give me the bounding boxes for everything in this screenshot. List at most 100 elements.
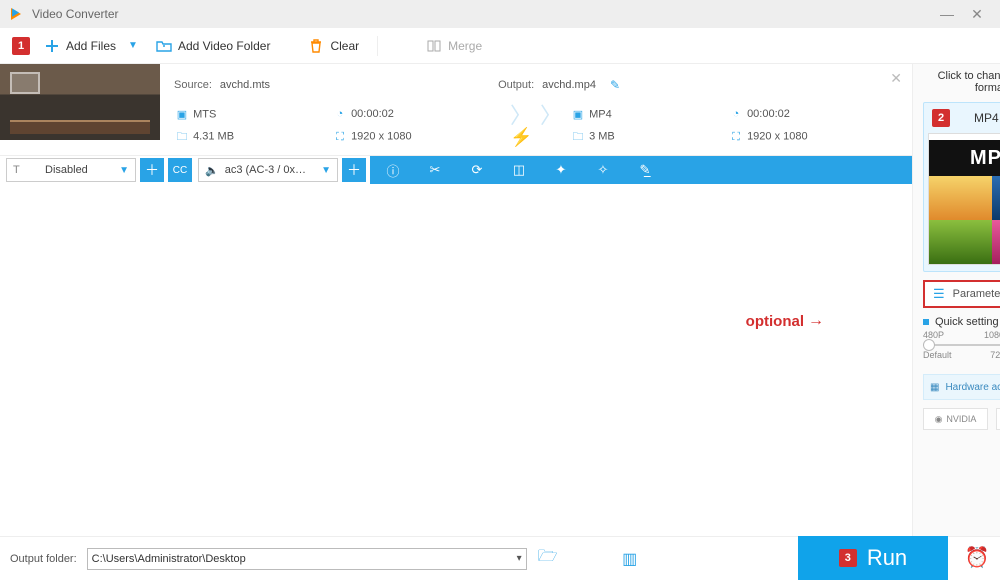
plus-icon	[44, 38, 60, 54]
hardware-acceleration-button[interactable]: ▦ Hardware acceleration	[923, 374, 1000, 400]
subtitle-value: Disabled	[45, 164, 88, 176]
add-audio-button[interactable]: ＋	[342, 158, 366, 182]
speaker-icon: 🔈	[205, 164, 219, 177]
hw-label: Hardware acceleration	[945, 382, 1000, 393]
format-label: MP4	[974, 111, 999, 125]
merge-button[interactable]: Merge	[422, 34, 486, 58]
slider-thumb[interactable]	[923, 339, 935, 351]
src-size: 4.31 MB	[193, 131, 234, 143]
remove-file-button[interactable]: ✕	[890, 70, 902, 87]
nvidia-chip[interactable]: ◉NVIDIA	[923, 408, 988, 430]
out-format: MP4	[589, 109, 612, 121]
audio-track-value: ac3 (AC-3 / 0x332D…	[225, 164, 309, 176]
clear-button[interactable]: Clear	[304, 34, 363, 58]
add-files-label: Add Files	[66, 39, 116, 53]
src-format: MTS	[193, 109, 216, 121]
subtitle-settings-button[interactable]: CC	[168, 158, 192, 182]
parameter-settings-button[interactable]: ☰ Parameter settings	[923, 280, 1000, 308]
format-icon: ▣	[570, 106, 586, 122]
callout-badge-3: 3	[839, 549, 857, 567]
watermark-tool-button[interactable]: ✧	[594, 162, 612, 178]
folder-icon: 🗀	[570, 129, 586, 145]
out-size: 3 MB	[589, 131, 615, 143]
rotate-tool-button[interactable]: ⟳	[468, 162, 486, 178]
dimensions-icon: ⛶	[332, 129, 348, 145]
dimensions-icon: ⛶	[728, 129, 744, 145]
clear-label: Clear	[330, 39, 359, 53]
save-edit-button[interactable]: ✎̲	[636, 162, 654, 178]
bottom-bar: Output folder: C:\Users\Administrator\De…	[0, 536, 1000, 580]
callout-badge-2: 2	[932, 109, 950, 127]
video-thumbnail[interactable]	[0, 64, 160, 140]
run-button[interactable]: 3 Run	[798, 536, 948, 580]
audio-track-select[interactable]: 🔈 ac3 (AC-3 / 0x332D… ▼	[198, 158, 338, 182]
info-tool-button[interactable]: ⓘ	[384, 161, 402, 180]
intel-chip[interactable]: ◎Intel	[996, 408, 1000, 430]
right-panel: Click to change output format: 2 MP4 ▼ M…	[912, 64, 1000, 536]
dot-icon	[923, 319, 929, 325]
optional-label: optional	[746, 313, 804, 330]
merge-icon	[426, 38, 442, 54]
folder-plus-icon	[156, 38, 172, 54]
chevron-down-icon: ▼	[321, 165, 331, 176]
file-edit-bar: T Disabled ▼ ＋ CC 🔈 ac3 (AC-3 / 0x332D… …	[0, 156, 912, 184]
format-icon: ▣	[174, 106, 190, 122]
file-row[interactable]: ✕ Source: avchd.mts Output: avchd.mp4 ✎ …	[0, 64, 912, 156]
callout-badge-1: 1	[12, 37, 30, 55]
chevron-down-icon: ▼	[119, 165, 129, 176]
schedule-button[interactable]: ⏰	[962, 542, 992, 572]
file-info-panel: ✕ Source: avchd.mts Output: avchd.mp4 ✎ …	[160, 64, 912, 155]
trash-icon	[308, 38, 324, 54]
output-label: Output:	[498, 79, 534, 91]
output-folder-label: Output folder:	[10, 553, 77, 565]
slider-mark: 1080P	[984, 330, 1000, 340]
subtitle-select[interactable]: T Disabled ▼	[6, 158, 136, 182]
sliders-icon: ☰	[933, 286, 945, 302]
quick-setting-label: Quick setting	[935, 316, 999, 328]
nvidia-icon: ◉	[935, 414, 943, 425]
window-title: Video Converter	[32, 7, 932, 21]
trim-tool-button[interactable]: ✂	[426, 162, 444, 178]
effects-tool-button[interactable]: ✦	[552, 162, 570, 178]
output-folder-input[interactable]: C:\Users\Administrator\Desktop ▾	[87, 548, 527, 570]
quality-slider[interactable]: 480P 1080P 4K Default 720P 2K	[923, 330, 1000, 366]
arrow-right-icon: →	[808, 312, 824, 330]
toolbar-separator	[377, 36, 378, 56]
hw-vendors: ◉NVIDIA ◎Intel	[923, 408, 1000, 430]
slider-mark: Default	[923, 350, 952, 360]
add-subtitle-button[interactable]: ＋	[140, 158, 164, 182]
title-bar: Video Converter — ✕	[0, 0, 1000, 28]
output-folder-path: C:\Users\Administrator\Desktop	[92, 553, 246, 565]
clock-icon: ◔	[332, 106, 348, 122]
chip-icon: ▦	[930, 382, 939, 393]
browse-output-button[interactable]: ▥	[619, 549, 641, 569]
crop-tool-button[interactable]: ◫	[510, 162, 528, 178]
merge-label: Merge	[448, 39, 482, 53]
format-badge: MP4	[929, 140, 1000, 176]
run-label: Run	[867, 545, 907, 571]
app-logo-icon	[8, 6, 24, 22]
src-dimensions: 1920 x 1080	[351, 131, 412, 143]
close-button[interactable]: ✕	[962, 6, 992, 23]
output-filename: avchd.mp4	[542, 79, 596, 91]
open-folder-button[interactable]: 🗁	[537, 545, 559, 572]
folder-icon: 🗀	[174, 129, 190, 145]
format-thumbnail: MP4	[928, 133, 1000, 265]
minimize-button[interactable]: —	[932, 6, 962, 22]
output-format-card[interactable]: 2 MP4 ▼ MP4	[923, 102, 1000, 272]
main-area: ✕ Source: avchd.mts Output: avchd.mp4 ✎ …	[0, 64, 1000, 536]
add-video-folder-button[interactable]: Add Video Folder	[152, 34, 275, 58]
optional-callout: optional →	[746, 312, 824, 330]
chevron-down-icon[interactable]: ▾	[517, 553, 522, 564]
source-label: Source:	[174, 79, 212, 91]
format-hint: Click to change output format:	[923, 70, 1000, 94]
edit-output-name-button[interactable]: ✎	[610, 78, 620, 92]
chevron-down-icon[interactable]: ▼	[128, 40, 138, 51]
parameter-settings-label: Parameter settings	[953, 288, 1000, 300]
edit-tool-strip: ⓘ ✂ ⟳ ◫ ✦ ✧ ✎̲	[370, 156, 912, 184]
quick-setting-block: Quick setting 480P 1080P 4K Default 720P…	[923, 316, 1000, 366]
add-files-button[interactable]: Add Files ▼	[40, 34, 142, 58]
slider-mark: 720P	[990, 350, 1000, 360]
main-toolbar: 1 Add Files ▼ Add Video Folder Clear Mer…	[0, 28, 1000, 64]
chevron-right-icon: 〉	[540, 98, 562, 130]
